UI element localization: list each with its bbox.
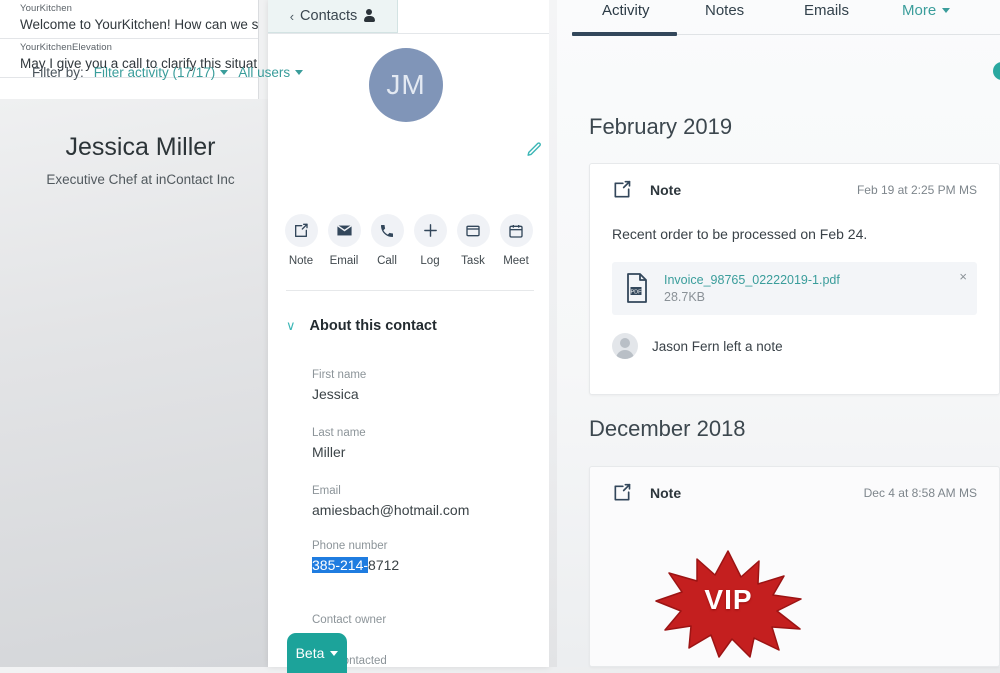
filter-by-label: Filter by: xyxy=(32,65,84,80)
quick-action-meet[interactable]: Meet xyxy=(495,214,537,267)
quick-action-task[interactable]: Task xyxy=(452,214,494,267)
contact-panel-header: ‹ Contacts xyxy=(268,0,549,34)
activity-filter-dropdown[interactable]: Filter activity (17/17) xyxy=(94,65,229,80)
quick-action-email[interactable]: Email xyxy=(323,214,365,267)
field-last-name: Last name Miller xyxy=(312,427,542,460)
message-sender: YourKitchen xyxy=(20,3,72,14)
contact-panel-scrollbar[interactable] xyxy=(549,0,557,667)
pdf-file-icon: PDF xyxy=(624,273,650,303)
field-label: Last name xyxy=(312,427,366,439)
activity-filter-label: Filter activity (17/17) xyxy=(93,65,216,80)
beta-button[interactable]: Beta xyxy=(287,633,347,673)
message-sender: YourKitchenElevation xyxy=(20,42,112,53)
note-body-text: Recent order to be processed on Feb 24. xyxy=(612,226,868,242)
unselected-text: 8712 xyxy=(368,557,400,573)
quick-action-note[interactable]: Note xyxy=(280,214,322,267)
field-label: Email xyxy=(312,485,341,497)
calendar-icon xyxy=(499,214,533,247)
quick-action-label: Note xyxy=(288,255,314,267)
chevron-down-icon: ∨ xyxy=(286,318,296,333)
chevron-down-icon xyxy=(220,70,229,75)
tab-more[interactable]: More xyxy=(902,2,951,19)
card-timestamp: Dec 4 at 8:58 AM MS xyxy=(863,486,977,500)
about-section-header[interactable]: ∨ About this contact xyxy=(286,318,437,334)
activity-card-note-february[interactable]: Note Feb 19 at 2:25 PM MS Recent order t… xyxy=(589,163,1000,395)
field-first-name: First name Jessica xyxy=(312,369,542,402)
month-heading-december: December 2018 xyxy=(589,416,746,441)
field-email: Email amiesbach@hotmail.com xyxy=(312,485,542,518)
field-contact-owner: Contact owner xyxy=(312,614,542,631)
vip-badge xyxy=(655,550,802,658)
quick-action-label: Task xyxy=(461,255,485,267)
active-tab-underline xyxy=(572,32,677,36)
month-heading-february: February 2019 xyxy=(589,114,733,139)
contact-subtitle: Executive Chef at inContact Inc xyxy=(46,172,235,187)
back-to-contacts-tab[interactable]: ‹ Contacts xyxy=(268,0,398,33)
field-label: First name xyxy=(312,369,367,381)
user-filter-dropdown[interactable]: All users xyxy=(238,65,304,80)
quick-action-label: Meet xyxy=(503,255,529,267)
beta-button-label: Beta xyxy=(295,645,325,661)
quick-action-label: Log xyxy=(420,255,440,267)
tab-emails[interactable]: Emails xyxy=(804,2,849,19)
card-type-label: Note xyxy=(650,485,682,501)
about-section-title: About this contact xyxy=(309,318,437,334)
list-item[interactable]: YourKitchen Welcome to YourKitchen! How … xyxy=(0,0,272,39)
field-label: Contact owner xyxy=(312,614,387,626)
note-compose-icon xyxy=(612,180,632,200)
chevron-left-icon: ‹ xyxy=(289,8,295,24)
svg-text:PDF: PDF xyxy=(631,290,643,296)
chevron-down-icon xyxy=(295,70,304,75)
quick-action-log[interactable]: Log xyxy=(409,214,451,267)
field-value[interactable]: 385-214-8712 xyxy=(312,557,542,573)
note-byline-text: Jason Fern left a note xyxy=(652,338,783,354)
card-header: Note Dec 4 at 8:58 AM MS xyxy=(590,467,999,503)
field-value[interactable]: amiesbach@hotmail.com xyxy=(312,502,542,518)
back-to-contacts-label: Contacts xyxy=(300,8,358,24)
chevron-down-icon xyxy=(942,8,951,13)
field-value[interactable]: Miller xyxy=(312,444,542,460)
close-icon[interactable]: × xyxy=(959,269,967,284)
avatar xyxy=(612,333,638,359)
quick-action-row: Note Email Call Log Task Meet xyxy=(268,214,549,267)
message-text: Welcome to YourKitchen! How can we sati xyxy=(20,17,273,32)
note-byline: Jason Fern left a note xyxy=(612,333,977,359)
background-panel-scrollbar[interactable] xyxy=(258,0,268,99)
user-filter-label: All users xyxy=(238,65,291,80)
note-compose-icon xyxy=(612,483,632,503)
background-message-panel: YourKitchen Welcome to YourKitchen! How … xyxy=(0,0,273,99)
attachment-filename[interactable]: Invoice_98765_02222019-1.pdf xyxy=(664,273,840,287)
field-value[interactable]: Jessica xyxy=(312,386,542,402)
note-compose-icon xyxy=(284,214,318,247)
tab-notes[interactable]: Notes xyxy=(705,2,744,19)
attachment-meta: Invoice_98765_02222019-1.pdf 28.7KB xyxy=(664,273,840,304)
task-window-icon xyxy=(456,214,490,247)
tab-more-label: More xyxy=(902,2,937,19)
card-header: Note Feb 19 at 2:25 PM MS xyxy=(590,164,999,200)
contact-name: Jessica Miller xyxy=(65,133,216,161)
attachment-item[interactable]: PDF Invoice_98765_02222019-1.pdf 28.7KB … xyxy=(612,262,977,315)
chevron-down-icon xyxy=(330,650,339,656)
selected-text: 385-214- xyxy=(312,557,369,573)
edit-pencil-icon[interactable] xyxy=(526,141,543,163)
avatar-initials: JM xyxy=(386,69,426,100)
panel-divider xyxy=(286,290,534,291)
phone-icon xyxy=(370,214,404,247)
avatar: JM xyxy=(369,48,443,122)
card-type-label: Note xyxy=(650,182,682,198)
tab-activity[interactable]: Activity xyxy=(602,2,650,19)
field-label: Phone number xyxy=(312,540,388,552)
field-phone-number: Phone number 385-214-8712 xyxy=(312,540,542,573)
filter-bar: Filter by: Filter activity (17/17) All u… xyxy=(32,65,304,80)
attachment-filesize: 28.7KB xyxy=(664,290,706,304)
quick-action-label: Call xyxy=(377,255,397,267)
person-icon xyxy=(363,9,375,23)
plus-icon xyxy=(413,214,447,247)
quick-action-label: Email xyxy=(329,255,359,267)
envelope-icon xyxy=(327,214,361,247)
quick-action-call[interactable]: Call xyxy=(366,214,408,267)
card-timestamp: Feb 19 at 2:25 PM MS xyxy=(856,183,977,197)
